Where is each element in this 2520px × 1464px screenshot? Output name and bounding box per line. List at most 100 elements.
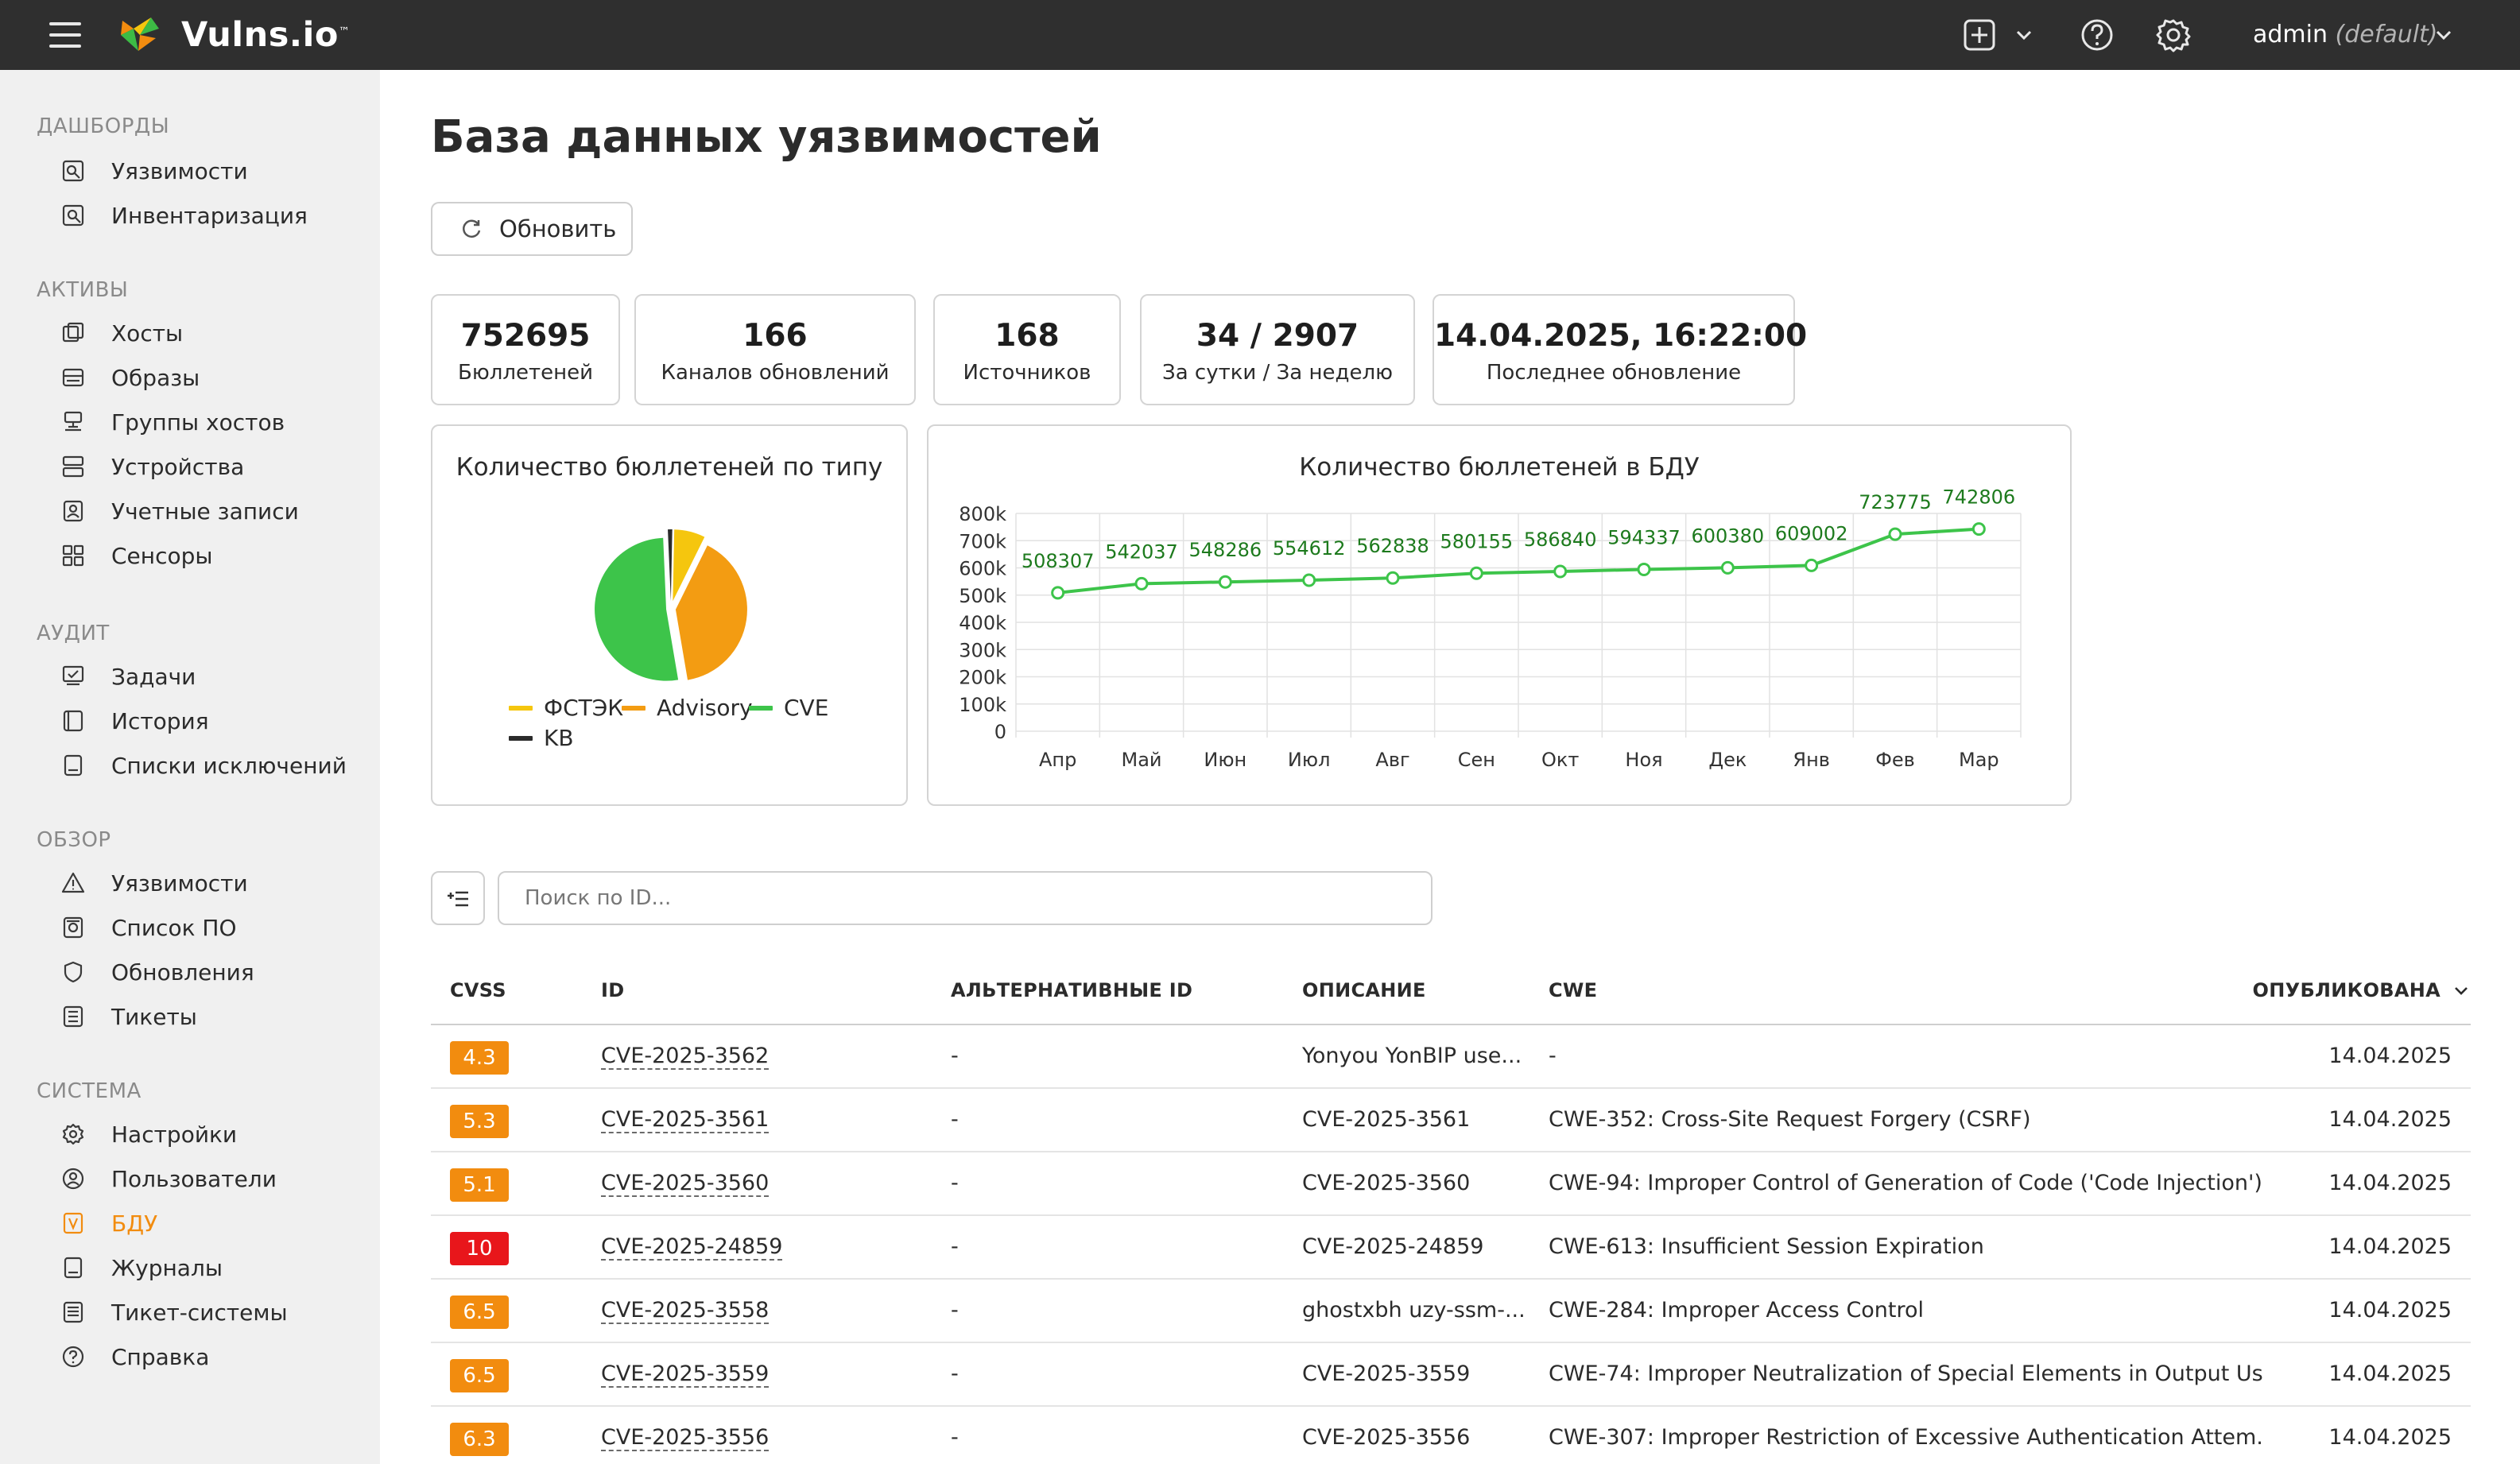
sidebar-item-warning[interactable]: Уязвимости: [60, 863, 362, 903]
filter-button[interactable]: [431, 871, 485, 925]
legend-item[interactable]: CVE: [749, 695, 828, 721]
published-date-cell: 14.04.2025: [2328, 1044, 2452, 1068]
inventory-icon: [62, 204, 84, 227]
table-row[interactable]: 6.5 CVE-2025-3559 - CVE-2025-3559 CWE-74…: [431, 1343, 2471, 1407]
stat-value: 752695: [460, 318, 591, 354]
data-point: [1134, 576, 1149, 591]
exclusions-icon: [64, 754, 83, 777]
description-cell: CVE-2025-3559: [1302, 1361, 1471, 1386]
sidebar-item-label: Тикеты: [111, 1003, 197, 1030]
sidebar-item-software[interactable]: Список ПО: [60, 908, 362, 947]
sidebar-item-tickets[interactable]: Тикеты: [60, 997, 362, 1036]
refresh-button[interactable]: Обновить: [431, 202, 633, 256]
cvss-badge: 6.3: [450, 1423, 509, 1456]
cve-id-cell: CVE-2025-3556: [601, 1407, 770, 1464]
column-header-cvss[interactable]: CVSS: [450, 979, 506, 1001]
sidebar-item-inventory[interactable]: Инвентаризация: [60, 196, 362, 235]
x-tick-label: Май: [1121, 749, 1161, 771]
cvss-badge: 5.3: [450, 1105, 509, 1138]
sidebar-item-user[interactable]: Пользователи: [60, 1159, 362, 1199]
description-cell: CVE-2025-24859: [1302, 1234, 1484, 1259]
sidebar-item-shield[interactable]: Обновления: [60, 952, 362, 992]
gear-icon[interactable]: [2153, 14, 2194, 56]
cve-id-link[interactable]: CVE-2025-3560: [601, 1172, 770, 1197]
tickets-icon: [63, 1005, 83, 1028]
legend-swatch: [509, 735, 533, 741]
cve-id-link[interactable]: CVE-2025-3558: [601, 1299, 770, 1324]
chevron-down-icon[interactable]: [2433, 24, 2455, 46]
table-row[interactable]: 10 CVE-2025-24859 - CVE-2025-24859 CWE-6…: [431, 1216, 2471, 1280]
chevron-down-icon[interactable]: [2013, 24, 2035, 46]
sidebar-item-bdu[interactable]: БДУ: [60, 1203, 362, 1243]
x-tick-label: Ноя: [1625, 749, 1662, 771]
cve-id-link[interactable]: CVE-2025-3559: [601, 1362, 770, 1388]
table-row[interactable]: 5.1 CVE-2025-3560 - CVE-2025-3560 CWE-94…: [431, 1152, 2471, 1216]
cve-id-link[interactable]: CVE-2025-24859: [601, 1235, 783, 1261]
sidebar-item-label: Устройства: [111, 453, 245, 480]
table-row[interactable]: 6.3 CVE-2025-3556 - CVE-2025-3556 CWE-30…: [431, 1407, 2471, 1464]
table-row[interactable]: 4.3 CVE-2025-3562 - Yonyou YonBIP use...…: [431, 1025, 2471, 1089]
sidebar-item-label: Тикет-системы: [111, 1299, 288, 1326]
stat-label: Источников: [963, 361, 1091, 385]
data-label: 600380: [1692, 525, 1765, 547]
column-header-published[interactable]: ОПУБЛИКОВАНА: [2253, 979, 2471, 1001]
images-icon: [62, 368, 84, 387]
sidebar-item-host-groups[interactable]: Группы хостов: [60, 402, 362, 442]
help-icon[interactable]: [2076, 14, 2118, 56]
cvss-badge: 6.5: [450, 1359, 509, 1392]
sidebar-item-exclusions[interactable]: Списки исключений: [60, 746, 362, 785]
sidebar-item-dashboard-vulns[interactable]: Уязвимости: [60, 151, 362, 191]
legend-item[interactable]: ФСТЭК: [509, 695, 623, 721]
column-header-id[interactable]: ID: [601, 979, 624, 1001]
sidebar-item-label: Группы хостов: [111, 409, 285, 436]
stat-value: 166: [742, 318, 808, 354]
alt-id-cell: -: [951, 1298, 959, 1323]
column-header-cwe[interactable]: CWE: [1549, 979, 1597, 1001]
add-icon[interactable]: [1959, 14, 2000, 56]
stat-card: 34 / 2907 За сутки / За неделю: [1140, 294, 1415, 405]
sidebar-item-tasks[interactable]: Задачи: [60, 656, 362, 696]
column-header-description[interactable]: ОПИСАНИЕ: [1302, 979, 1426, 1001]
sidebar-item-sensors[interactable]: Сенсоры: [60, 536, 362, 575]
y-tick-label: 500k: [959, 585, 1006, 607]
search-input[interactable]: [498, 871, 1433, 925]
alt-id-cell: -: [951, 1107, 959, 1132]
sidebar-item-ticket-systems[interactable]: Тикет-системы: [60, 1292, 362, 1332]
legend-item[interactable]: KB: [509, 725, 574, 751]
data-point: [1553, 564, 1568, 579]
column-header-label: ОПУБЛИКОВАНА: [2252, 979, 2441, 1001]
sidebar-item-images[interactable]: Образы: [60, 358, 362, 397]
sidebar-group-label: АКТИВЫ: [37, 278, 129, 302]
legend-item[interactable]: Advisory: [622, 695, 753, 721]
cve-id-link[interactable]: CVE-2025-3562: [601, 1044, 770, 1070]
table-row[interactable]: 6.5 CVE-2025-3558 - ghostxbh uzy-ssm-...…: [431, 1280, 2471, 1343]
sidebar-group-label: АУДИТ: [37, 622, 110, 645]
y-tick-label: 600k: [959, 558, 1006, 580]
gear-icon: [62, 1123, 84, 1145]
sidebar-item-gear[interactable]: Настройки: [60, 1114, 362, 1154]
sidebar-group-label: ОБЗОР: [37, 828, 111, 852]
x-tick-label: Дек: [1708, 749, 1747, 771]
alt-id-cell: -: [951, 1171, 959, 1195]
sidebar-item-logs[interactable]: Журналы: [60, 1248, 362, 1288]
column-header-alt-id[interactable]: АЛЬТЕРНАТИВНЫЕ ID: [951, 979, 1192, 1001]
sidebar-item-accounts[interactable]: Учетные записи: [60, 491, 362, 531]
sidebar-item-hosts[interactable]: Хосты: [60, 313, 362, 353]
stat-label: Последнее обновление: [1486, 361, 1742, 385]
sidebar-item-label: Списки исключений: [111, 752, 347, 779]
user-menu[interactable]: admin (default): [2253, 14, 2438, 56]
menu-icon[interactable]: [48, 19, 83, 51]
stat-label: Каналов обновлений: [661, 361, 890, 385]
cve-id-link[interactable]: CVE-2025-3556: [601, 1426, 770, 1451]
table-row[interactable]: 5.3 CVE-2025-3561 - CVE-2025-3561 CWE-35…: [431, 1089, 2471, 1152]
cve-id-link[interactable]: CVE-2025-3561: [601, 1108, 770, 1133]
data-point: [1971, 522, 1986, 536]
cvss-badge: 10: [450, 1232, 509, 1265]
sidebar-group-label: ДАШБОРДЫ: [37, 114, 170, 138]
sidebar-item-help[interactable]: Справка: [60, 1337, 362, 1377]
sidebar-item-history[interactable]: История: [60, 701, 362, 741]
sidebar-item-devices[interactable]: Устройства: [60, 447, 362, 486]
ticket-systems-icon: [63, 1301, 83, 1323]
alt-id-cell: -: [951, 1234, 959, 1259]
tasks-icon: [62, 665, 84, 686]
